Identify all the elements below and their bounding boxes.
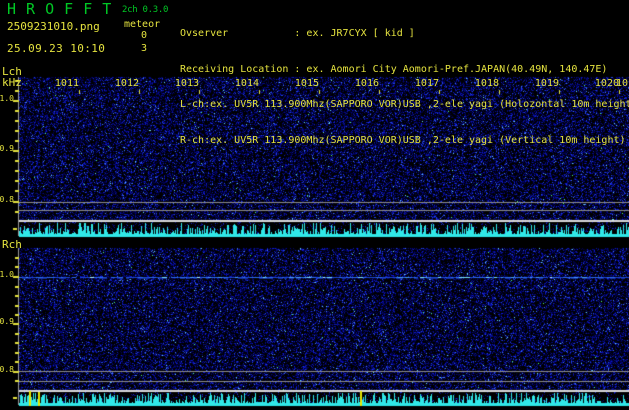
version-label: 2ch 0.3.0	[122, 5, 169, 15]
observer-line: Ovserver : ex. JR7CYX [ kid ]	[180, 28, 415, 39]
panel-label-rch: Rch	[2, 238, 22, 251]
time-label: 1013	[174, 78, 199, 89]
location-line: Receiving Location : ex. Aomori City Aom…	[180, 63, 608, 75]
freq-label: 1.0	[0, 94, 14, 103]
rch-config-line: R-ch:ex. UV5R 113.900Mhz(SAPPORO VOR)USB…	[180, 135, 626, 147]
r-count-value: 3	[140, 43, 147, 54]
app-title: H R O F F T	[7, 0, 112, 18]
freq-label: 0.9	[0, 317, 14, 326]
time-label: 1012	[114, 78, 139, 89]
l-count-value: 0	[140, 30, 147, 41]
freq-unit-label: kHz	[2, 76, 22, 89]
time-label: 1019	[534, 78, 559, 89]
freq-label: 1.0	[0, 270, 14, 279]
time-label: 1015	[294, 78, 319, 89]
time-label: 1017	[414, 78, 439, 89]
filename-label: 2509231010.png	[7, 20, 100, 33]
time-label: 1016	[354, 78, 379, 89]
time-label: 1018	[474, 78, 499, 89]
lch-config-line: L-ch:ex. UV5R 113.900Mhz(SAPPORO VOR)USB…	[180, 99, 629, 111]
time-label-overflow: 10	[616, 78, 629, 89]
freq-label: 0.8	[0, 365, 14, 374]
freq-label: 0.8	[0, 195, 14, 204]
freq-label: 0.9	[0, 144, 14, 153]
time-label: 1014	[234, 78, 259, 89]
mode-label: meteor	[124, 19, 161, 30]
datetime-label: 25.09.23 10:10	[7, 42, 106, 55]
hrofft-window: H R O F F T 2ch 0.3.0 2509231010.png met…	[0, 0, 629, 410]
time-label: 1011	[54, 78, 79, 89]
